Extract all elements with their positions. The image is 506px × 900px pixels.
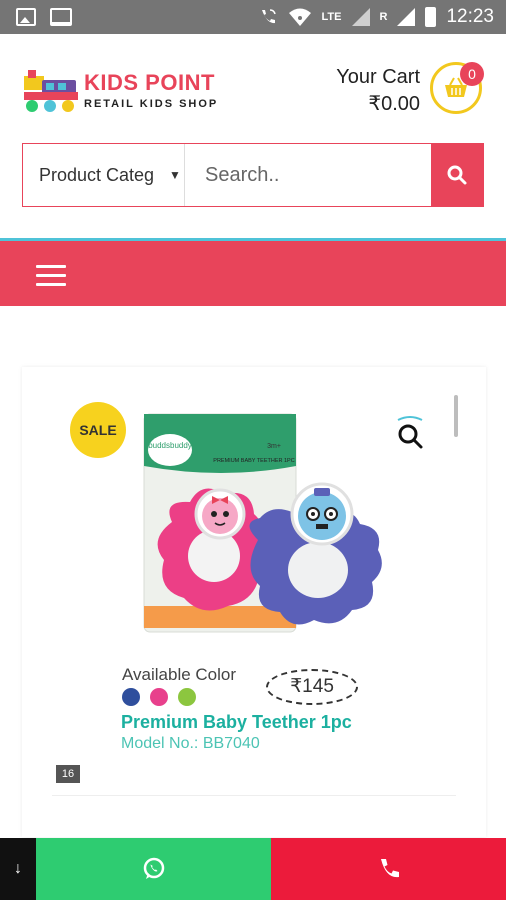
category-select-label: Product Categ — [39, 164, 155, 185]
category-select[interactable]: Product Categ — [23, 144, 185, 206]
phone-icon — [380, 859, 399, 878]
wifi-icon — [288, 8, 311, 26]
dropdown-arrow-icon: ▼ — [169, 168, 181, 182]
search-input[interactable] — [191, 144, 431, 206]
product-image[interactable]: buddsbuddy 3m+ PREMIUM BABY TEETHER 1PC — [142, 410, 392, 638]
logo-subtitle: RETAIL KIDS SHOP — [84, 98, 219, 110]
status-bar: LTE R 12:23 — [0, 0, 506, 34]
image-icon — [16, 8, 36, 26]
laptop-icon — [50, 8, 72, 26]
product-price: ₹145 — [266, 669, 358, 705]
whatsapp-icon — [143, 857, 164, 879]
signal-icon — [351, 8, 370, 26]
signal-icon-2 — [397, 8, 416, 26]
available-color-label: Available Color — [122, 665, 237, 684]
product-model: Model No.: BB7040 — [121, 735, 260, 752]
sale-badge: SALE — [70, 402, 126, 458]
color-swatch-pink[interactable] — [150, 688, 168, 706]
zoom-button[interactable] — [392, 414, 428, 450]
color-swatches — [122, 688, 196, 706]
divider — [52, 795, 456, 796]
hamburger-icon[interactable] — [36, 265, 66, 292]
whatsapp-button[interactable] — [36, 838, 271, 900]
zoom-icon — [397, 416, 423, 449]
network-label: LTE — [321, 11, 342, 23]
scroll-down-button[interactable]: ↓ — [0, 838, 36, 900]
train-icon — [24, 70, 78, 112]
cart-label: Your Cart — [336, 66, 420, 88]
color-swatch-green[interactable] — [178, 688, 196, 706]
arrow-down-icon: ↓ — [14, 860, 22, 877]
scrollbar[interactable] — [454, 395, 458, 437]
bottom-action-bar: ↓ — [0, 838, 506, 900]
color-swatch-blue[interactable] — [122, 688, 140, 706]
call-button[interactable] — [271, 838, 506, 900]
package-text: PREMIUM BABY TEETHER 1PC — [213, 458, 294, 464]
battery-icon — [425, 7, 437, 27]
package-brand: buddsbuddy — [148, 441, 192, 450]
search-bar: Product Categ ▼ — [22, 143, 484, 207]
search-button[interactable] — [431, 144, 483, 206]
image-counter-badge: 16 — [56, 765, 80, 783]
package-age: 3m+ — [267, 443, 281, 450]
nav-bar — [0, 238, 506, 306]
product-name[interactable]: Premium Baby Teether 1pc — [121, 712, 352, 733]
logo[interactable]: KIDS POINT RETAIL KIDS SHOP — [22, 64, 222, 116]
cart-summary[interactable]: Your Cart ₹0.00 — [336, 66, 420, 116]
sim-label: R — [379, 11, 388, 23]
clock: 12:23 — [446, 6, 494, 27]
cart-total: ₹0.00 — [368, 93, 420, 115]
cart-count-badge: 0 — [460, 62, 484, 86]
logo-title: KIDS POINT — [84, 70, 215, 95]
wifi-calling-icon — [261, 9, 276, 24]
search-icon — [447, 165, 467, 185]
